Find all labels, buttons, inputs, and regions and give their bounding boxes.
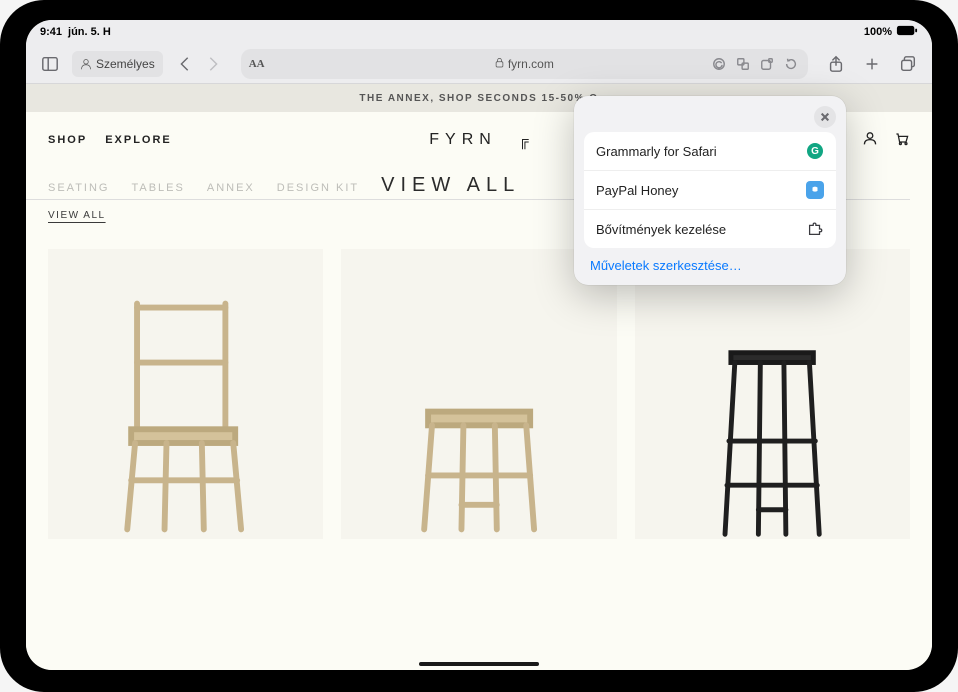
profile-button[interactable]: Személyes — [72, 51, 163, 77]
tabs-button[interactable] — [894, 50, 922, 78]
manage-extensions[interactable]: Bővítmények kezelése — [584, 210, 836, 248]
cart-icon[interactable] — [894, 130, 910, 151]
nav-explore[interactable]: EXPLORE — [105, 134, 172, 146]
home-indicator[interactable] — [419, 662, 539, 666]
puzzle-icon — [806, 220, 824, 238]
cat-seating[interactable]: SEATING — [48, 182, 109, 194]
share-button[interactable] — [822, 50, 850, 78]
nav-shop[interactable]: SHOP — [48, 134, 87, 146]
cat-view-all-title: VIEW ALL — [381, 174, 520, 197]
product-stool[interactable] — [341, 249, 616, 539]
grammarly-addr-icon[interactable] — [708, 53, 730, 75]
grammarly-icon: G — [806, 142, 824, 160]
view-all-link[interactable]: VIEW ALL — [48, 210, 106, 221]
logo-mark-icon: ╔ — [519, 132, 529, 148]
honey-icon — [806, 181, 824, 199]
lock-icon — [495, 57, 504, 71]
url-text: fyrn.com — [508, 57, 554, 71]
profile-label: Személyes — [96, 57, 155, 71]
cat-design-kit[interactable]: DESIGN KIT — [277, 182, 359, 194]
site-logo[interactable]: FYRN ╔ — [429, 131, 528, 149]
extension-honey[interactable]: PayPal Honey — [584, 171, 836, 210]
sidebar-toggle-icon[interactable] — [36, 50, 64, 78]
ipad-frame: 9:41 jún. 5. H 100% Személyes — [0, 0, 958, 692]
new-tab-button[interactable] — [858, 50, 886, 78]
manage-label: Bővítmények kezelése — [596, 222, 726, 237]
reload-icon[interactable] — [780, 53, 802, 75]
status-bar: 9:41 jún. 5. H 100% — [26, 20, 932, 44]
account-icon[interactable] — [862, 130, 878, 151]
extension-label: Grammarly for Safari — [596, 144, 717, 159]
product-tall-stool[interactable] — [635, 249, 910, 539]
safari-toolbar: Személyes AA fyrn.com — [26, 44, 932, 84]
text-size-button[interactable]: AA — [249, 58, 265, 70]
cat-annex[interactable]: ANNEX — [207, 182, 255, 194]
screen: 9:41 jún. 5. H 100% Személyes — [26, 20, 932, 670]
promo-text: THE ANNEX, SHOP SECONDS 15-50% O — [359, 93, 598, 104]
extensions-list: Grammarly for Safari G PayPal Honey Bőví… — [584, 132, 836, 248]
cat-tables[interactable]: TABLES — [131, 182, 184, 194]
extensions-icon[interactable] — [756, 53, 778, 75]
close-icon[interactable] — [814, 106, 836, 128]
product-chair[interactable] — [48, 249, 323, 539]
logo-text: FYRN — [429, 131, 497, 149]
extension-grammarly[interactable]: Grammarly for Safari G — [584, 132, 836, 171]
address-bar[interactable]: AA fyrn.com — [241, 49, 808, 79]
extensions-popover: Grammarly for Safari G PayPal Honey Bőví… — [574, 96, 846, 285]
back-button[interactable] — [171, 50, 199, 78]
edit-actions-link[interactable]: Műveletek szerkesztése… — [584, 248, 836, 275]
forward-button — [199, 50, 227, 78]
status-date: jún. 5. H — [68, 26, 111, 38]
extension-label: PayPal Honey — [596, 183, 678, 198]
battery-percent: 100% — [864, 26, 892, 38]
status-time: 9:41 — [40, 26, 62, 38]
translate-icon[interactable] — [732, 53, 754, 75]
battery-icon — [896, 25, 918, 39]
